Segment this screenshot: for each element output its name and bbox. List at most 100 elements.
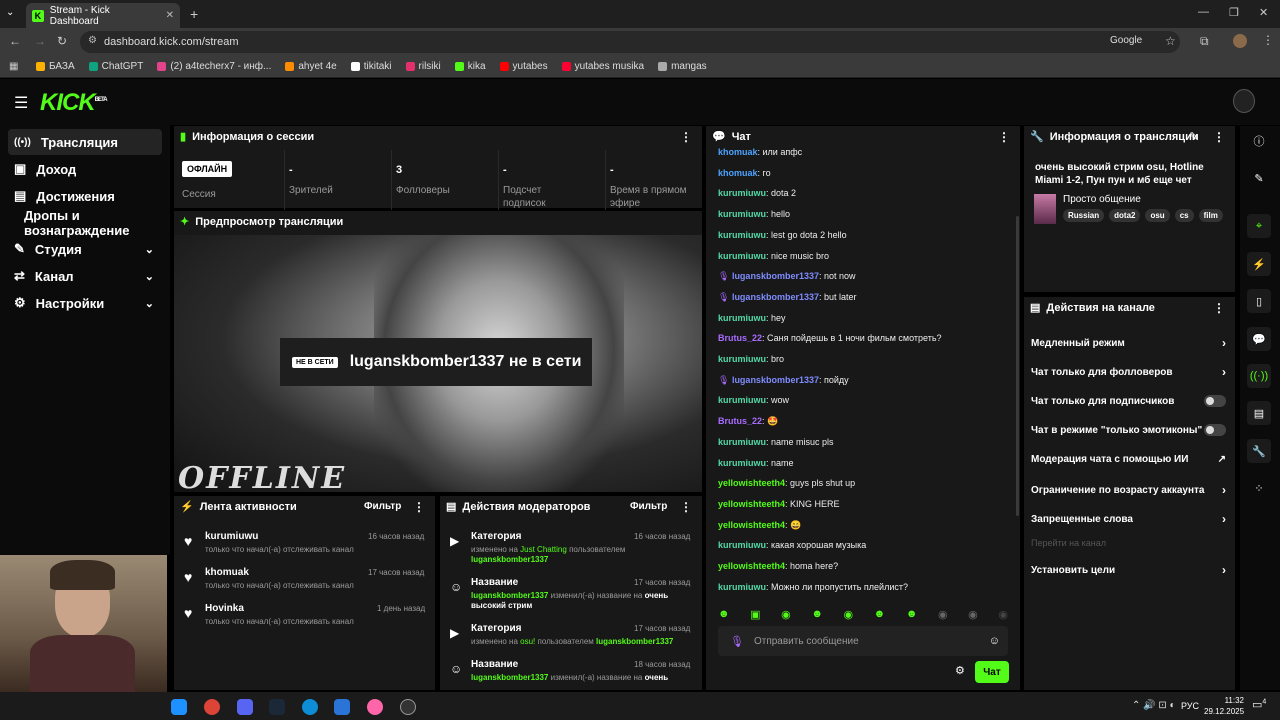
minimize-button[interactable]: — xyxy=(1198,6,1209,18)
mod-filter-button[interactable]: Фильтр xyxy=(630,501,667,512)
chat-username[interactable]: khomuak xyxy=(718,168,758,178)
site-info-icon[interactable]: ⚙ xyxy=(88,35,97,46)
kebab-menu-icon[interactable]: ⋮ xyxy=(413,500,425,514)
kebab-menu-icon[interactable]: ⋮ xyxy=(998,130,1010,144)
apps-grid-icon[interactable]: ▦ xyxy=(9,61,18,72)
sidebar-item-achievements[interactable]: ▤ Достижения xyxy=(8,183,162,209)
category-name[interactable]: Просто общение xyxy=(1063,194,1141,205)
profile-avatar[interactable] xyxy=(1233,34,1247,48)
document-icon[interactable]: ▯ xyxy=(1247,289,1271,313)
url-field[interactable]: ⚙ dashboard.kick.com/stream Google ☆ xyxy=(80,31,1180,53)
edge-icon[interactable] xyxy=(302,699,318,715)
bookmark-item[interactable]: yutabes xyxy=(499,61,548,72)
chat-username[interactable]: luganskbomber1337 xyxy=(732,271,819,281)
tag[interactable]: cs xyxy=(1174,209,1194,222)
chat-username[interactable]: yellowishteeth4 xyxy=(718,478,785,488)
kebab-menu-icon[interactable]: ⋮ xyxy=(680,500,692,514)
subscribers-only-row[interactable]: Чат только для подписчиков xyxy=(1031,395,1226,407)
edit-pencil-icon[interactable]: ✎ xyxy=(1189,130,1198,143)
activity-filter-button[interactable]: Фильтр xyxy=(364,501,401,512)
obs-icon[interactable] xyxy=(400,699,416,715)
bookmark-item[interactable]: ahyet 4e xyxy=(285,61,337,72)
chat-username[interactable]: kurumiuwu xyxy=(718,582,766,592)
followers-only-row[interactable]: Чат только для фолловеров › xyxy=(1031,365,1226,379)
edit-icon[interactable]: ✎ xyxy=(1247,166,1271,190)
bookmark-item[interactable]: ChatGPT xyxy=(88,61,143,72)
wrench-icon[interactable]: 🔧 xyxy=(1247,439,1271,463)
kebab-menu-icon[interactable]: ⋮ xyxy=(680,130,692,144)
app-icon[interactable] xyxy=(171,699,187,715)
kebab-menu-icon[interactable]: ⋮ xyxy=(1213,130,1225,144)
layout-icon[interactable]: ▤ xyxy=(1247,401,1271,425)
tag[interactable]: dota2 xyxy=(1109,209,1141,222)
info-icon[interactable]: ⓘ xyxy=(1247,129,1271,153)
sidebar-item-channel[interactable]: ⇄ Канал ⌄ xyxy=(8,263,162,289)
extensions-icon[interactable]: ⧉ xyxy=(1200,34,1209,49)
chat-username[interactable]: kurumiuwu xyxy=(718,395,766,405)
back-icon[interactable]: ← xyxy=(9,34,21,48)
tag[interactable]: Russian xyxy=(1063,209,1105,222)
chat-username[interactable]: yellowishteeth4 xyxy=(718,520,785,530)
chat-username[interactable]: Brutus_22 xyxy=(718,333,762,343)
chat-scrollbar[interactable] xyxy=(1016,216,1019,516)
chat-input[interactable]: 🎙 Отправить сообщение ☺ xyxy=(718,626,1008,656)
restore-button[interactable]: ❐ xyxy=(1229,6,1239,19)
sidebar-item-settings[interactable]: ⚙ Настройки ⌄ xyxy=(8,290,162,316)
chat-username[interactable]: luganskbomber1337 xyxy=(732,375,819,385)
sidebar-item-studio[interactable]: ✎ Студия ⌄ xyxy=(8,236,162,262)
clock[interactable]: 11:32 29.12.2025 xyxy=(1204,695,1244,717)
emote-strip[interactable]: ☻ ▣ ◉ ☻ ◉ ☻ ☻ ◉ ◉ ◉ xyxy=(718,608,1008,624)
bookmark-item[interactable]: yutabes musika xyxy=(561,61,644,72)
chat-username[interactable]: kurumiuwu xyxy=(718,209,766,219)
reload-icon[interactable]: ↻ xyxy=(57,34,67,48)
close-tab-icon[interactable]: ✕ xyxy=(166,10,174,21)
bookmark-item[interactable]: БАЗА xyxy=(36,61,75,72)
close-window-button[interactable]: ✕ xyxy=(1259,6,1268,19)
chat-username[interactable]: kurumiuwu xyxy=(718,354,766,364)
bookmark-item[interactable]: tikitaki xyxy=(350,61,392,72)
chat-username[interactable]: yellowishteeth4 xyxy=(718,499,785,509)
banned-words-row[interactable]: Запрещенные слова › xyxy=(1031,512,1226,526)
bookmark-item[interactable]: rilsiki xyxy=(405,61,441,72)
emotes-only-toggle[interactable] xyxy=(1204,424,1226,436)
chat-username[interactable]: kurumiuwu xyxy=(718,188,766,198)
chat-username[interactable]: Brutus_22 xyxy=(718,416,762,426)
broadcast-icon[interactable]: ((·)) xyxy=(1247,364,1271,388)
sidebar-item-stream[interactable]: ((•)) Трансляция xyxy=(8,129,162,155)
chat-username[interactable]: kurumiuwu xyxy=(718,437,766,447)
notification-icon[interactable]: ▭4 xyxy=(1252,698,1266,711)
chat-icon[interactable]: 💬 xyxy=(1247,327,1271,351)
osu-icon[interactable] xyxy=(367,699,383,715)
google-lens-chip[interactable]: Google xyxy=(1110,35,1142,46)
apps-icon[interactable]: ⁘ xyxy=(1247,476,1271,500)
chat-username[interactable]: yellowishteeth4 xyxy=(718,561,785,571)
chat-username[interactable]: kurumiuwu xyxy=(718,313,766,323)
browser-tab[interactable]: K Stream - Kick Dashboard ✕ xyxy=(26,3,180,28)
sidebar-item-income[interactable]: ▣ Доход xyxy=(8,156,162,182)
focus-icon[interactable]: ⌖ xyxy=(1247,214,1271,238)
bookmark-star-icon[interactable]: ☆ xyxy=(1165,34,1176,48)
subscribers-only-toggle[interactable] xyxy=(1204,395,1226,407)
user-avatar[interactable] xyxy=(1233,89,1255,113)
forward-icon[interactable]: → xyxy=(34,34,46,48)
kick-logo[interactable]: KICKBETA xyxy=(40,89,108,117)
steam-icon[interactable] xyxy=(269,699,285,715)
emoji-picker-icon[interactable]: ☺ xyxy=(989,635,1000,647)
tag[interactable]: osu xyxy=(1145,209,1170,222)
bolt-icon[interactable]: ⚡ xyxy=(1247,252,1271,276)
chat-username[interactable]: kurumiuwu xyxy=(718,540,766,550)
hamburger-menu-icon[interactable]: ☰ xyxy=(14,93,28,113)
bookmark-item[interactable]: (2) a4techerx7 - инф... xyxy=(157,61,271,72)
set-goals-row[interactable]: Установить цели › xyxy=(1031,563,1226,577)
tray-icons[interactable]: ⌃ 🔊 ⊡ ◐ xyxy=(1132,700,1176,711)
account-age-row[interactable]: Ограничение по возрасту аккаунта › xyxy=(1031,483,1226,497)
sidebar-item-drops[interactable]: Дропы и вознаграждение xyxy=(8,208,162,238)
send-chat-button[interactable]: Чат xyxy=(975,661,1009,683)
slow-mode-row[interactable]: Медленный режим › xyxy=(1031,336,1226,350)
tab-list-chevron-icon[interactable]: ⌄ xyxy=(6,7,14,18)
chat-settings-gear-icon[interactable]: ⚙ xyxy=(955,664,965,677)
browser-menu-icon[interactable]: ⋮ xyxy=(1262,33,1274,47)
chat-username[interactable]: khomuak xyxy=(718,147,758,157)
tag[interactable]: film xyxy=(1198,209,1223,222)
ai-moderation-row[interactable]: Модерация чата с помощью ИИ ↗ xyxy=(1031,454,1226,465)
